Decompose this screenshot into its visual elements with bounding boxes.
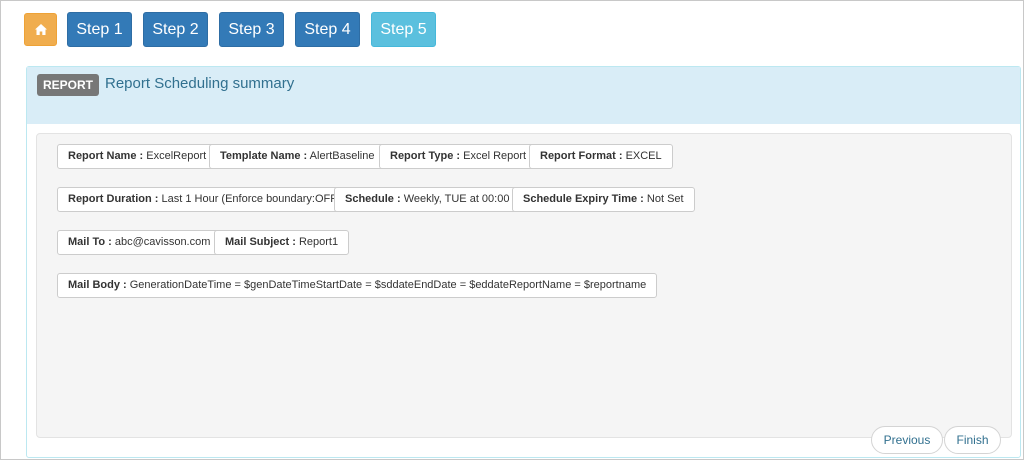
schedule-label: Schedule : (345, 193, 401, 205)
report-type-chip: Report Type : Excel Report (379, 144, 538, 169)
step-5-button[interactable]: Step 5 (371, 12, 436, 47)
finish-button[interactable]: Finish (944, 426, 1001, 454)
mail-subject-label: Mail Subject : (225, 236, 296, 248)
report-badge: REPORT (37, 74, 100, 96)
mail-subject-chip: Mail Subject : Report1 (214, 230, 350, 255)
report-duration-value: Last 1 Hour (Enforce boundary:OFF) (161, 193, 341, 205)
mail-to-label: Mail To : (68, 236, 112, 248)
home-button[interactable] (24, 13, 57, 46)
step-4-button[interactable]: Step 4 (295, 12, 360, 47)
mail-subject-value: Report1 (298, 236, 339, 248)
schedule-expiry-chip: Schedule Expiry Time : Not Set (512, 187, 695, 212)
step-2-button[interactable]: Step 2 (143, 12, 208, 47)
report-name-chip: Report Name : ExcelReport (57, 144, 218, 169)
mail-body-value: GenerationDateTime = $genDateTimeStartDa… (129, 279, 647, 291)
schedule-value: Weekly, TUE at 00:00 (403, 193, 510, 205)
schedule-chip: Schedule : Weekly, TUE at 00:00 (334, 187, 521, 212)
summary-well: Report Name : ExcelReport Template Name … (36, 133, 1012, 438)
step-3-button[interactable]: Step 3 (219, 12, 284, 47)
step-1-button[interactable]: Step 1 (67, 12, 132, 47)
mail-body-label: Mail Body : (68, 279, 127, 291)
template-name-chip: Template Name : AlertBaseline (209, 144, 386, 169)
schedule-expiry-value: Not Set (646, 193, 684, 205)
report-type-label: Report Type : (390, 150, 461, 162)
report-format-chip: Report Format : EXCEL (529, 144, 673, 169)
report-type-value: Excel Report (463, 150, 527, 162)
mail-body-chip: Mail Body : GenerationDateTime = $genDat… (57, 273, 658, 298)
previous-button[interactable]: Previous (871, 426, 943, 454)
report-name-value: ExcelReport (146, 150, 207, 162)
report-duration-label: Report Duration : (68, 193, 159, 205)
panel-header: REPORT Report Scheduling summary (27, 67, 1020, 124)
home-icon (34, 24, 47, 35)
page-title: Report Scheduling summary (105, 75, 295, 92)
report-duration-chip: Report Duration : Last 1 Hour (Enforce b… (57, 187, 352, 212)
report-format-value: EXCEL (625, 150, 662, 162)
report-format-label: Report Format : (540, 150, 623, 162)
mail-to-chip: Mail To : abc@cavisson.com (57, 230, 222, 255)
template-name-value: AlertBaseline (309, 150, 375, 162)
template-name-label: Template Name : (220, 150, 308, 162)
report-summary-panel: REPORT Report Scheduling summary Report … (26, 66, 1021, 458)
schedule-expiry-label: Schedule Expiry Time : (523, 193, 644, 205)
report-name-label: Report Name : (68, 150, 144, 162)
mail-to-value: abc@cavisson.com (114, 236, 211, 248)
